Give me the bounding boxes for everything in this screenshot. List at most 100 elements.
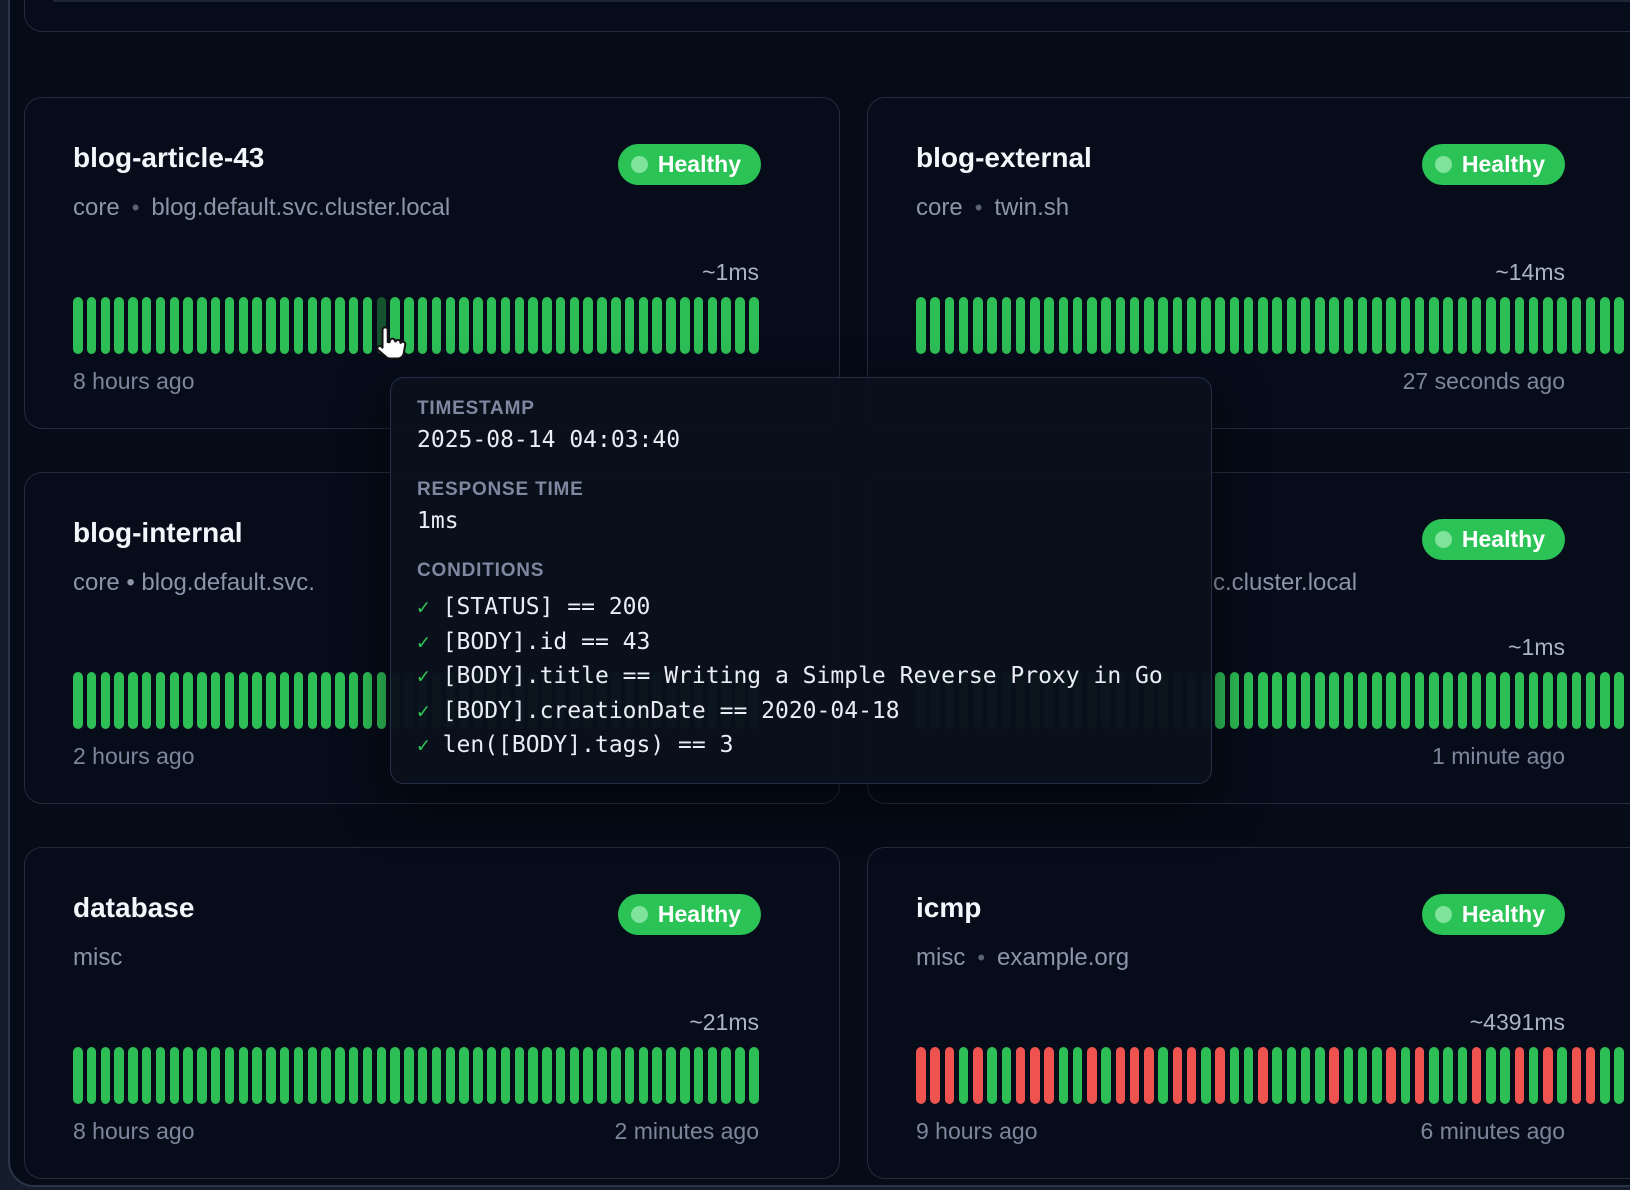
status-bar[interactable]: [1458, 1047, 1468, 1104]
status-bar[interactable]: [570, 297, 580, 354]
status-bar[interactable]: [101, 672, 111, 729]
status-bar[interactable]: [1529, 297, 1539, 354]
status-bar[interactable]: [666, 297, 676, 354]
status-bar[interactable]: [239, 672, 249, 729]
endpoint-card-icmp[interactable]: icmp misc • example.org Healthy ~4391ms …: [867, 847, 1630, 1179]
status-bar[interactable]: [542, 297, 552, 354]
status-bar[interactable]: [390, 297, 400, 354]
status-bar[interactable]: [73, 297, 83, 354]
status-bar[interactable]: [142, 1047, 152, 1104]
status-bar[interactable]: [1358, 1047, 1368, 1104]
status-bar[interactable]: [959, 1047, 969, 1104]
status-bar[interactable]: [1614, 1047, 1624, 1104]
status-bar[interactable]: [666, 1047, 676, 1104]
status-bar[interactable]: [1201, 1047, 1211, 1104]
status-bar[interactable]: [987, 1047, 997, 1104]
status-bar[interactable]: [945, 297, 955, 354]
status-bar[interactable]: [708, 297, 718, 354]
status-bar[interactable]: [680, 1047, 690, 1104]
status-bar[interactable]: [735, 1047, 745, 1104]
status-bar[interactable]: [280, 1047, 290, 1104]
status-bar[interactable]: [308, 1047, 318, 1104]
status-bar[interactable]: [1301, 297, 1311, 354]
status-bar[interactable]: [1258, 297, 1268, 354]
status-bar[interactable]: [708, 1047, 718, 1104]
status-bar[interactable]: [335, 672, 345, 729]
status-bar[interactable]: [280, 297, 290, 354]
status-bar[interactable]: [487, 297, 497, 354]
status-bar[interactable]: [252, 672, 262, 729]
status-bar[interactable]: [225, 1047, 235, 1104]
status-bar[interactable]: [128, 1047, 138, 1104]
status-bar[interactable]: [390, 1047, 400, 1104]
status-bar[interactable]: [973, 1047, 983, 1104]
status-bar[interactable]: [1515, 297, 1525, 354]
status-bar[interactable]: [1386, 1047, 1396, 1104]
status-bar[interactable]: [1272, 672, 1282, 729]
status-bar[interactable]: [1415, 672, 1425, 729]
status-bar[interactable]: [721, 297, 731, 354]
status-bar[interactable]: [556, 297, 566, 354]
status-bar[interactable]: [280, 672, 290, 729]
status-bar[interactable]: [639, 297, 649, 354]
status-bar[interactable]: [114, 297, 124, 354]
status-bar[interactable]: [1572, 672, 1582, 729]
status-bar[interactable]: [1614, 672, 1624, 729]
status-bar[interactable]: [1386, 672, 1396, 729]
status-bar[interactable]: [515, 1047, 525, 1104]
status-bar[interactable]: [1600, 672, 1610, 729]
status-bar[interactable]: [128, 672, 138, 729]
status-bar[interactable]: [1572, 297, 1582, 354]
status-bar[interactable]: [542, 1047, 552, 1104]
status-bar[interactable]: [1073, 297, 1083, 354]
status-bar[interactable]: [1016, 297, 1026, 354]
status-bar[interactable]: [1272, 1047, 1282, 1104]
status-bar[interactable]: [1443, 297, 1453, 354]
status-bar[interactable]: [197, 1047, 207, 1104]
status-bar[interactable]: [142, 672, 152, 729]
status-bar[interactable]: [363, 297, 373, 354]
status-bar[interactable]: [1287, 672, 1297, 729]
status-bar[interactable]: [1215, 1047, 1225, 1104]
status-bar[interactable]: [101, 297, 111, 354]
status-bar[interactable]: [1543, 1047, 1553, 1104]
status-bar[interactable]: [1486, 672, 1496, 729]
status-bar[interactable]: [611, 297, 621, 354]
status-bar[interactable]: [1586, 1047, 1596, 1104]
status-bar[interactable]: [308, 297, 318, 354]
status-bar[interactable]: [1443, 1047, 1453, 1104]
status-bar[interactable]: [87, 1047, 97, 1104]
status-bar[interactable]: [1116, 1047, 1126, 1104]
status-bar[interactable]: [916, 297, 926, 354]
status-bar[interactable]: [1401, 672, 1411, 729]
status-bar[interactable]: [294, 297, 304, 354]
status-bar[interactable]: [735, 297, 745, 354]
status-bar[interactable]: [1230, 297, 1240, 354]
status-bar[interactable]: [528, 1047, 538, 1104]
status-bar[interactable]: [1586, 297, 1596, 354]
status-bar[interactable]: [1044, 1047, 1054, 1104]
status-bar[interactable]: [721, 1047, 731, 1104]
status-bar[interactable]: [1187, 1047, 1197, 1104]
status-bar[interactable]: [1329, 672, 1339, 729]
status-bar[interactable]: [446, 1047, 456, 1104]
status-bar[interactable]: [266, 297, 276, 354]
status-bar[interactable]: [1144, 297, 1154, 354]
status-bar[interactable]: [156, 672, 166, 729]
status-bar[interactable]: [1386, 297, 1396, 354]
status-bar[interactable]: [583, 297, 593, 354]
status-bar[interactable]: [1515, 1047, 1525, 1104]
status-bar[interactable]: [308, 672, 318, 729]
status-bar[interactable]: [377, 1047, 387, 1104]
status-bar[interactable]: [1315, 1047, 1325, 1104]
status-bar[interactable]: [239, 1047, 249, 1104]
status-bar[interactable]: [170, 672, 180, 729]
status-bar[interactable]: [197, 297, 207, 354]
status-bar[interactable]: [652, 297, 662, 354]
status-bar[interactable]: [1087, 1047, 1097, 1104]
status-bar[interactable]: [114, 672, 124, 729]
status-bar[interactable]: [1158, 297, 1168, 354]
status-bar[interactable]: [597, 1047, 607, 1104]
status-bar[interactable]: [1244, 672, 1254, 729]
status-bar[interactable]: [1315, 297, 1325, 354]
